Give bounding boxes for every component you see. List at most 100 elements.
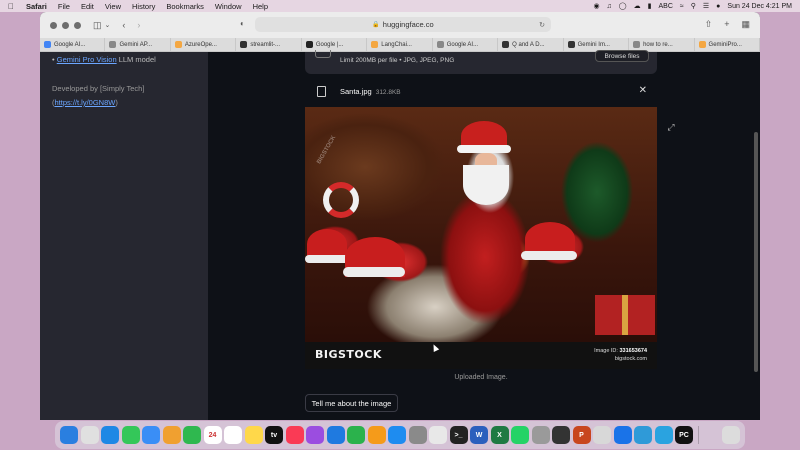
- browser-tab[interactable]: AzureOpe...: [171, 38, 237, 51]
- menu-app-safari[interactable]: Safari: [26, 2, 47, 11]
- dock-chrome-icon[interactable]: [429, 426, 447, 444]
- tab-overview-icon[interactable]: ▦: [741, 19, 750, 30]
- tab-label: Google |...: [315, 41, 344, 48]
- tab-favicon-icon: [567, 41, 575, 48]
- browser-tab[interactable]: GeminiPro...: [695, 38, 760, 51]
- dock-podcasts-icon[interactable]: [306, 426, 324, 444]
- browser-tab[interactable]: Google AI...: [433, 38, 499, 51]
- dock-music-icon[interactable]: [285, 426, 304, 444]
- dock-powerpoint-icon[interactable]: P: [572, 426, 591, 444]
- forward-icon[interactable]: ›: [137, 20, 140, 30]
- browser-tab[interactable]: Gemini AP...: [105, 38, 171, 51]
- dock-windows-app-icon[interactable]: [613, 426, 632, 444]
- tab-favicon-icon: [436, 41, 444, 48]
- dock-finder-icon[interactable]: [60, 426, 78, 444]
- dock-safari-icon[interactable]: [101, 426, 119, 444]
- paren-close: ): [115, 98, 118, 107]
- privacy-shield-icon[interactable]: ◐: [240, 19, 245, 28]
- chevron-down-icon[interactable]: ⌄: [105, 21, 111, 29]
- tell-me-about-image-button[interactable]: Tell me about the image: [305, 394, 398, 412]
- wifi-icon[interactable]: ≈: [680, 3, 684, 10]
- lock-icon: 🔒: [372, 22, 380, 28]
- share-icon[interactable]: ⇧: [705, 19, 713, 30]
- dock-automator-icon[interactable]: [531, 426, 550, 444]
- dock-calendar-icon[interactable]: 24: [203, 426, 222, 444]
- menu-bookmarks[interactable]: Bookmarks: [166, 2, 204, 11]
- remove-file-button[interactable]: ✕: [639, 85, 647, 96]
- dock-launchpad-icon[interactable]: [80, 426, 99, 444]
- menu-clock[interactable]: Sun 24 Dec 4:21 PM: [727, 3, 792, 10]
- browser-tab[interactable]: Google |...: [302, 38, 368, 51]
- zoom-window-button[interactable]: [74, 21, 81, 29]
- dock-keynote-icon[interactable]: [326, 426, 345, 444]
- dock-tv-icon[interactable]: tv: [265, 426, 283, 444]
- dock-trash-icon[interactable]: [722, 426, 740, 444]
- tab-favicon-icon: [44, 41, 51, 48]
- dock-numbers-icon[interactable]: [347, 426, 365, 444]
- browser-tab[interactable]: LangChai...: [367, 38, 433, 51]
- menu-bar:  Safari File Edit View History Bookmark…: [0, 0, 800, 12]
- dock-reminders-icon[interactable]: [224, 426, 242, 444]
- dock-messages-icon[interactable]: [121, 426, 140, 444]
- address-bar[interactable]: 🔒 huggingface.co ↻: [255, 17, 551, 32]
- upload-cloud-icon: [315, 50, 331, 58]
- apple-icon[interactable]: : [8, 2, 18, 11]
- dock-word-icon[interactable]: W: [470, 426, 488, 444]
- menu-edit[interactable]: Edit: [81, 2, 94, 11]
- tab-label: AzureOpe...: [184, 41, 217, 48]
- cloud-icon[interactable]: ☁: [634, 2, 641, 10]
- image-id-block: Image ID: 331653674 bigstock.com: [594, 347, 647, 363]
- dock-mail-icon[interactable]: [142, 426, 160, 444]
- control-center-icon[interactable]: ☰: [703, 2, 709, 10]
- menu-history[interactable]: History: [132, 2, 155, 11]
- sidebar-toggle-icon[interactable]: ◫: [93, 20, 102, 31]
- music-icon[interactable]: ♫: [607, 3, 612, 10]
- fullscreen-expand-icon[interactable]: ⤢: [664, 120, 678, 134]
- dock-system-settings-icon[interactable]: [408, 426, 427, 444]
- menu-window[interactable]: Window: [215, 2, 242, 11]
- menu-help[interactable]: Help: [253, 2, 268, 11]
- menu-view[interactable]: View: [105, 2, 121, 11]
- back-icon[interactable]: ‹: [122, 20, 125, 30]
- file-uploader-dropzone[interactable]: Limit 200MB per file • JPG, JPEG, PNG Br…: [305, 50, 657, 74]
- browser-tab[interactable]: Q and A D...: [498, 38, 564, 51]
- dock-notes-icon[interactable]: [244, 426, 263, 444]
- bullet-icon: •: [52, 55, 55, 64]
- gemini-pro-vision-link[interactable]: Gemini Pro Vision: [57, 55, 117, 64]
- dock-whatsapp-icon[interactable]: [511, 426, 529, 444]
- dock-acrobat-icon[interactable]: [593, 426, 611, 444]
- browser-tab[interactable]: Google AI...: [40, 38, 106, 51]
- gift-boxes: [595, 295, 655, 335]
- reload-icon[interactable]: ↻: [539, 21, 545, 29]
- menu-file[interactable]: File: [58, 2, 70, 11]
- close-window-button[interactable]: [50, 21, 57, 29]
- page-scrollbar[interactable]: [754, 132, 758, 372]
- santa-hat-brim: [457, 145, 511, 153]
- child-hat-brim-right: [521, 251, 577, 260]
- browser-tab[interactable]: streamlit-...: [236, 38, 302, 51]
- dock-github-desktop-icon[interactable]: [552, 426, 570, 444]
- search-icon[interactable]: ⚲: [691, 2, 696, 10]
- dock-facetime-icon[interactable]: [183, 426, 201, 444]
- new-tab-icon[interactable]: +: [724, 19, 729, 30]
- dock-terminal-icon[interactable]: >_: [449, 426, 468, 444]
- tab-favicon-icon: [371, 41, 379, 48]
- candy-cane-decoration: [323, 182, 359, 218]
- siri-icon[interactable]: ●: [716, 3, 720, 10]
- dock-pages-icon[interactable]: [367, 426, 386, 444]
- developed-by-text: Developed by [Simply Tech]: [52, 84, 145, 93]
- dock-telegram-icon[interactable]: [654, 426, 673, 444]
- developer-link[interactable]: https://t.ly/0GN8W: [55, 98, 116, 107]
- dock-app-store-icon[interactable]: [388, 426, 406, 444]
- dock-excel-icon[interactable]: X: [490, 426, 509, 444]
- browse-files-button[interactable]: Browse files: [595, 50, 649, 62]
- battery-icon[interactable]: ▮: [648, 2, 652, 10]
- record-icon[interactable]: ◉: [593, 2, 599, 10]
- minimize-window-button[interactable]: [62, 21, 69, 29]
- creative-cloud-icon[interactable]: ◯: [619, 2, 627, 10]
- input-source[interactable]: ABC: [659, 3, 673, 10]
- dock-photos-icon[interactable]: [162, 426, 181, 444]
- dock-pycharm-icon[interactable]: PC: [675, 426, 693, 444]
- model-suffix-text: LLM model: [118, 55, 156, 64]
- dock-teams-icon[interactable]: [634, 426, 652, 444]
